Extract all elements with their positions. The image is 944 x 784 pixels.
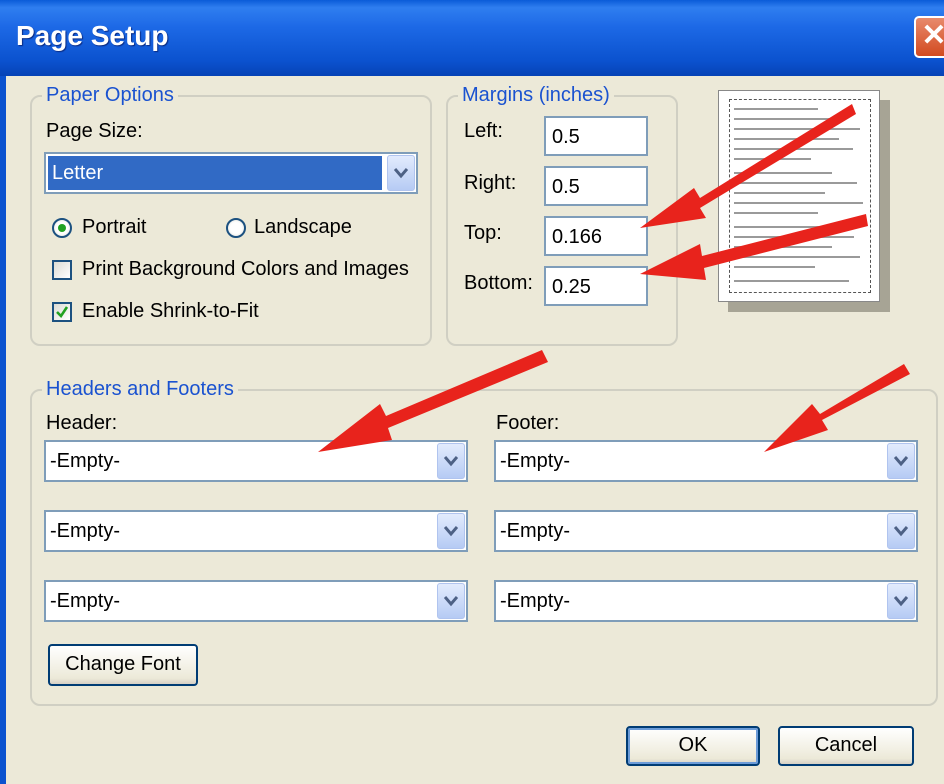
chevron-down-icon — [444, 456, 458, 467]
footer-select-value: -Empty- — [500, 590, 570, 612]
close-icon[interactable]: ✕ — [921, 19, 944, 52]
chevron-down-icon — [894, 456, 908, 467]
right-margin-label: Right: — [464, 172, 517, 194]
paper-options-legend: Paper Options — [46, 84, 174, 106]
bottom-margin-input[interactable]: 0.25 — [544, 266, 648, 306]
shrink-to-fit-checkbox[interactable] — [52, 302, 72, 322]
bottom-margin-label: Bottom: — [464, 272, 533, 294]
landscape-radio[interactable] — [226, 218, 246, 238]
left-margin-label: Left: — [464, 120, 503, 142]
change-font-label: Change Font — [65, 653, 181, 675]
top-margin-label: Top: — [464, 222, 502, 244]
checkmark-icon — [56, 306, 69, 319]
footer-dropdown-button[interactable] — [887, 513, 915, 549]
radio-selected-dot — [58, 224, 66, 232]
shrink-to-fit-label[interactable]: Enable Shrink-to-Fit — [82, 300, 259, 323]
page-preview — [718, 90, 880, 302]
footer-dropdown-button[interactable] — [887, 583, 915, 619]
chevron-down-icon — [394, 168, 408, 179]
print-background-label[interactable]: Print Background Colors and Images — [82, 258, 409, 281]
right-margin-input[interactable]: 0.5 — [544, 166, 648, 206]
chevron-down-icon — [444, 526, 458, 537]
footer-select-value: -Empty- — [500, 450, 570, 472]
margins-legend: Margins (inches) — [462, 84, 610, 106]
header-dropdown-button[interactable] — [437, 583, 465, 619]
change-font-button[interactable]: Change Font — [48, 644, 198, 686]
window-title: Page Setup — [16, 20, 169, 51]
title-bar[interactable]: Page Setup ✕ — [0, 0, 944, 76]
header-select-value: -Empty- — [50, 450, 120, 472]
header-dropdown-button[interactable] — [437, 443, 465, 479]
portrait-radio[interactable] — [52, 218, 72, 238]
footer-dropdown-button[interactable] — [887, 443, 915, 479]
footer-select-value: -Empty- — [500, 520, 570, 542]
ok-button[interactable]: OK — [626, 726, 760, 766]
chevron-down-icon — [444, 596, 458, 607]
header-select-value: -Empty- — [50, 590, 120, 612]
page-size-dropdown-button[interactable] — [387, 155, 415, 191]
header-select-value: -Empty- — [50, 520, 120, 542]
header-label: Header: — [46, 412, 118, 434]
page-preview-margin-outline — [729, 99, 871, 293]
page-size-value: Letter — [48, 156, 382, 190]
header-select-3[interactable]: -Empty- — [44, 580, 468, 622]
cancel-label: Cancel — [814, 734, 878, 756]
cancel-button[interactable]: Cancel — [778, 726, 914, 766]
close-button[interactable]: ✕ — [914, 16, 944, 58]
footer-label: Footer: — [496, 412, 560, 434]
headers-footers-legend: Headers and Footers — [46, 378, 234, 400]
landscape-label[interactable]: Landscape — [254, 216, 352, 239]
left-margin-input[interactable]: 0.5 — [544, 116, 648, 156]
header-select-1[interactable]: -Empty- — [44, 440, 468, 482]
portrait-label[interactable]: Portrait — [82, 216, 146, 239]
ok-label: OK — [678, 734, 708, 756]
header-dropdown-button[interactable] — [437, 513, 465, 549]
footer-select-2[interactable]: -Empty- — [494, 510, 918, 552]
chevron-down-icon — [894, 526, 908, 537]
footer-select-1[interactable]: -Empty- — [494, 440, 918, 482]
top-margin-input[interactable]: 0.166 — [544, 216, 648, 256]
chevron-down-icon — [894, 596, 908, 607]
page-size-select[interactable]: Letter — [44, 152, 418, 194]
footer-select-3[interactable]: -Empty- — [494, 580, 918, 622]
print-background-checkbox[interactable] — [52, 260, 72, 280]
page-size-label: Page Size: — [46, 120, 143, 142]
header-select-2[interactable]: -Empty- — [44, 510, 468, 552]
